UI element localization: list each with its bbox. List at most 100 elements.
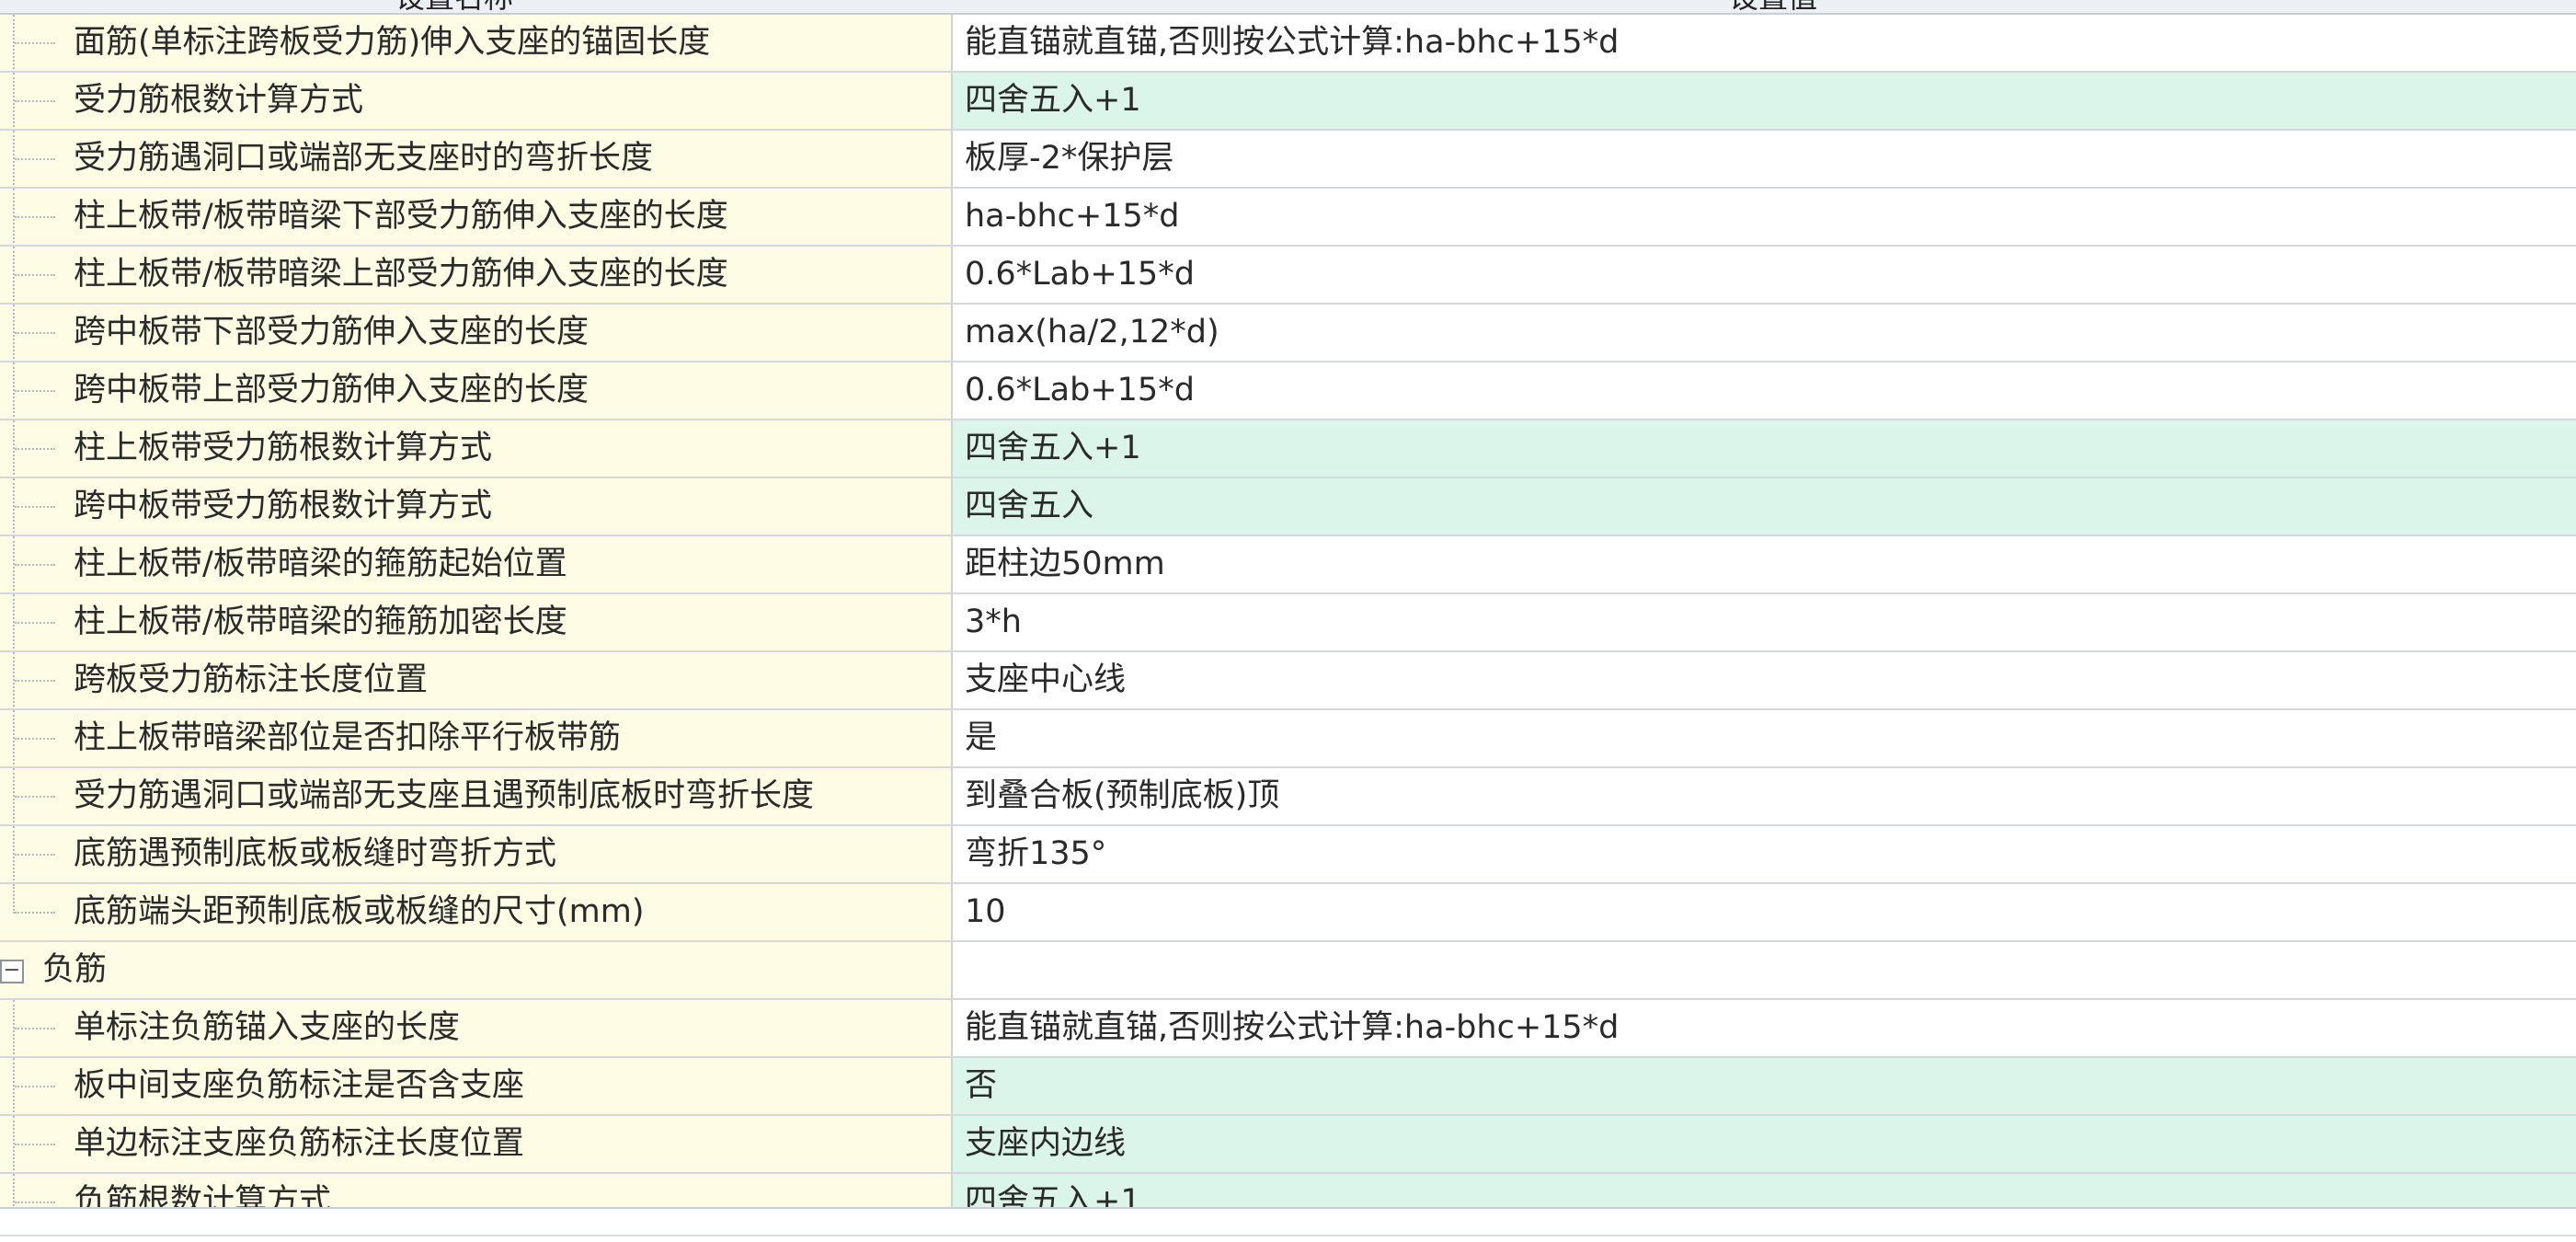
setting-value: 支座内边线 [965, 1125, 1127, 1162]
table-row[interactable]: 受力筋根数计算方式 四舍五入+1 [0, 73, 2576, 131]
tree-line [15, 622, 55, 624]
setting-name-cell: 跨板受力筋标注长度位置 [0, 652, 953, 708]
setting-value-cell[interactable]: 3*h [953, 594, 2576, 650]
setting-value-cell[interactable]: 支座内边线 [953, 1116, 2576, 1172]
grid-body: 面筋(单标注跨板受力筋)伸入支座的锚固长度 能直锚就直锚,否则按公式计算:ha-… [0, 15, 2576, 1207]
setting-name: 跨中板带受力筋根数计算方式 [74, 488, 493, 524]
tree-line [15, 738, 55, 740]
setting-name: 跨板受力筋标注长度位置 [74, 661, 429, 698]
tree-line [15, 1086, 55, 1087]
setting-name: 柱上板带/板带暗梁的箍筋加密长度 [74, 604, 567, 640]
grid-header: 设置名称 设置值 [0, 0, 2576, 15]
table-row[interactable]: 跨中板带受力筋根数计算方式 四舍五入 [0, 478, 2576, 536]
setting-value-cell[interactable]: 支座中心线 [953, 652, 2576, 708]
table-row[interactable]: 底筋端头距预制底板或板缝的尺寸(mm) 10 [0, 884, 2576, 942]
setting-value-cell[interactable]: 10 [953, 884, 2576, 940]
setting-name-cell: 柱上板带/板带暗梁下部受力筋伸入支座的长度 [0, 189, 953, 245]
table-row[interactable]: 单标注负筋锚入支座的长度 能直锚就直锚,否则按公式计算:ha-bhc+15*d [0, 1000, 2576, 1058]
setting-value-cell[interactable]: 四舍五入+1 [953, 1174, 2576, 1207]
tree-line [15, 506, 55, 508]
setting-name: 负筋根数计算方式 [74, 1183, 332, 1207]
table-row[interactable]: 柱上板带/板带暗梁下部受力筋伸入支座的长度 ha-bhc+15*d [0, 189, 2576, 247]
table-row[interactable]: 受力筋遇洞口或端部无支座且遇预制底板时弯折长度 到叠合板(预制底板)顶 [0, 768, 2576, 826]
setting-value-cell[interactable]: 到叠合板(预制底板)顶 [953, 768, 2576, 824]
tree-line [15, 158, 55, 160]
setting-value-cell[interactable]: 板厚-2*保护层 [953, 131, 2576, 187]
tree-line [15, 42, 55, 44]
setting-value-cell[interactable]: 四舍五入+1 [953, 73, 2576, 129]
setting-name: 柱上板带/板带暗梁下部受力筋伸入支座的长度 [74, 198, 728, 235]
setting-value-cell[interactable]: ha-bhc+15*d [953, 189, 2576, 245]
setting-name: 跨中板带下部受力筋伸入支座的长度 [74, 314, 590, 351]
group-value-cell [953, 942, 2576, 998]
table-row[interactable]: 受力筋遇洞口或端部无支座时的弯折长度 板厚-2*保护层 [0, 131, 2576, 189]
setting-value: 板厚-2*保护层 [965, 140, 1174, 177]
tree-line [15, 854, 55, 856]
setting-value-cell[interactable]: 四舍五入 [953, 478, 2576, 535]
setting-value-cell[interactable]: 能直锚就直锚,否则按公式计算:ha-bhc+15*d [953, 1000, 2576, 1056]
group-name-cell: − 负筋 [0, 942, 953, 998]
setting-name-cell: 柱上板带/板带暗梁的箍筋加密长度 [0, 594, 953, 650]
collapse-toggle-icon[interactable]: − [0, 960, 24, 983]
table-row[interactable]: 跨板受力筋标注长度位置 支座中心线 [0, 652, 2576, 710]
tree-line [15, 448, 55, 450]
setting-name: 底筋端头距预制底板或板缝的尺寸(mm) [74, 893, 645, 930]
setting-name: 单标注负筋锚入支座的长度 [74, 1009, 461, 1046]
setting-name-cell: 柱上板带暗梁部位是否扣除平行板带筋 [0, 710, 953, 766]
setting-name-cell: 受力筋根数计算方式 [0, 73, 953, 129]
table-row[interactable]: 跨中板带下部受力筋伸入支座的长度 max(ha/2,12*d) [0, 305, 2576, 362]
setting-name: 受力筋遇洞口或端部无支座且遇预制底板时弯折长度 [74, 777, 815, 814]
setting-value-cell[interactable]: 四舍五入+1 [953, 420, 2576, 477]
setting-value-cell[interactable]: 弯折135° [953, 826, 2576, 882]
table-row[interactable]: 单边标注支座负筋标注长度位置 支座内边线 [0, 1116, 2576, 1174]
setting-name: 跨中板带上部受力筋伸入支座的长度 [74, 372, 590, 408]
setting-name-cell: 受力筋遇洞口或端部无支座时的弯折长度 [0, 131, 953, 187]
setting-value-cell[interactable]: 否 [953, 1058, 2576, 1114]
setting-name: 面筋(单标注跨板受力筋)伸入支座的锚固长度 [74, 24, 711, 61]
setting-name-cell: 单标注负筋锚入支座的长度 [0, 1000, 953, 1056]
table-row[interactable]: 柱上板带受力筋根数计算方式 四舍五入+1 [0, 420, 2576, 478]
setting-name-cell: 柱上板带受力筋根数计算方式 [0, 420, 953, 477]
table-row[interactable]: 柱上板带/板带暗梁的箍筋起始位置 距柱边50mm [0, 536, 2576, 594]
group-row-negative-rebar[interactable]: − 负筋 [0, 942, 2576, 1000]
setting-value-cell[interactable]: 0.6*Lab+15*d [953, 362, 2576, 419]
setting-name: 受力筋遇洞口或端部无支座时的弯折长度 [74, 140, 654, 177]
setting-name-cell: 跨中板带上部受力筋伸入支座的长度 [0, 362, 953, 419]
grid-footer [0, 1207, 2576, 1242]
table-row[interactable]: 负筋根数计算方式 四舍五入+1 [0, 1174, 2576, 1207]
setting-name-cell: 底筋端头距预制底板或板缝的尺寸(mm) [0, 884, 953, 940]
tree-line [15, 796, 55, 798]
tree-line [15, 332, 55, 334]
tree-line [15, 912, 55, 914]
setting-value: 支座中心线 [965, 661, 1127, 698]
tree-line [13, 884, 15, 914]
table-row[interactable]: 跨中板带上部受力筋伸入支座的长度 0.6*Lab+15*d [0, 362, 2576, 420]
setting-name: 板中间支座负筋标注是否含支座 [74, 1067, 525, 1104]
table-row[interactable]: 面筋(单标注跨板受力筋)伸入支座的锚固长度 能直锚就直锚,否则按公式计算:ha-… [0, 15, 2576, 73]
setting-name: 柱上板带/板带暗梁上部受力筋伸入支座的长度 [74, 256, 728, 293]
setting-value: 四舍五入+1 [965, 1183, 1141, 1207]
setting-name-cell: 面筋(单标注跨板受力筋)伸入支座的锚固长度 [0, 15, 953, 71]
setting-value-cell[interactable]: max(ha/2,12*d) [953, 305, 2576, 361]
value-column-header[interactable]: 设置值 [1729, 0, 1817, 13]
tree-line [15, 100, 55, 102]
setting-name: 单边标注支座负筋标注长度位置 [74, 1125, 525, 1162]
setting-value: ha-bhc+15*d [965, 198, 1180, 235]
table-row[interactable]: 板中间支座负筋标注是否含支座 否 [0, 1058, 2576, 1116]
setting-value-cell[interactable]: 能直锚就直锚,否则按公式计算:ha-bhc+15*d [953, 15, 2576, 71]
setting-value-cell[interactable]: 是 [953, 710, 2576, 766]
setting-name-cell: 柱上板带/板带暗梁的箍筋起始位置 [0, 536, 953, 592]
setting-value-cell[interactable]: 距柱边50mm [953, 536, 2576, 592]
tree-line [15, 216, 55, 218]
setting-name-cell: 负筋根数计算方式 [0, 1174, 953, 1207]
table-row[interactable]: 柱上板带暗梁部位是否扣除平行板带筋 是 [0, 710, 2576, 768]
settings-grid: 设置名称 设置值 面筋(单标注跨板受力筋)伸入支座的锚固长度 能直锚就直锚,否则… [0, 0, 2576, 1242]
table-row[interactable]: 底筋遇预制底板或板缝时弯折方式 弯折135° [0, 826, 2576, 884]
table-row[interactable]: 柱上板带/板带暗梁上部受力筋伸入支座的长度 0.6*Lab+15*d [0, 247, 2576, 305]
tree-line [15, 390, 55, 392]
setting-value: 弯折135° [965, 835, 1107, 872]
table-row[interactable]: 柱上板带/板带暗梁的箍筋加密长度 3*h [0, 594, 2576, 652]
setting-value-cell[interactable]: 0.6*Lab+15*d [953, 247, 2576, 303]
name-column-header[interactable]: 设置名称 [395, 0, 513, 13]
setting-value: 四舍五入+1 [965, 82, 1141, 119]
